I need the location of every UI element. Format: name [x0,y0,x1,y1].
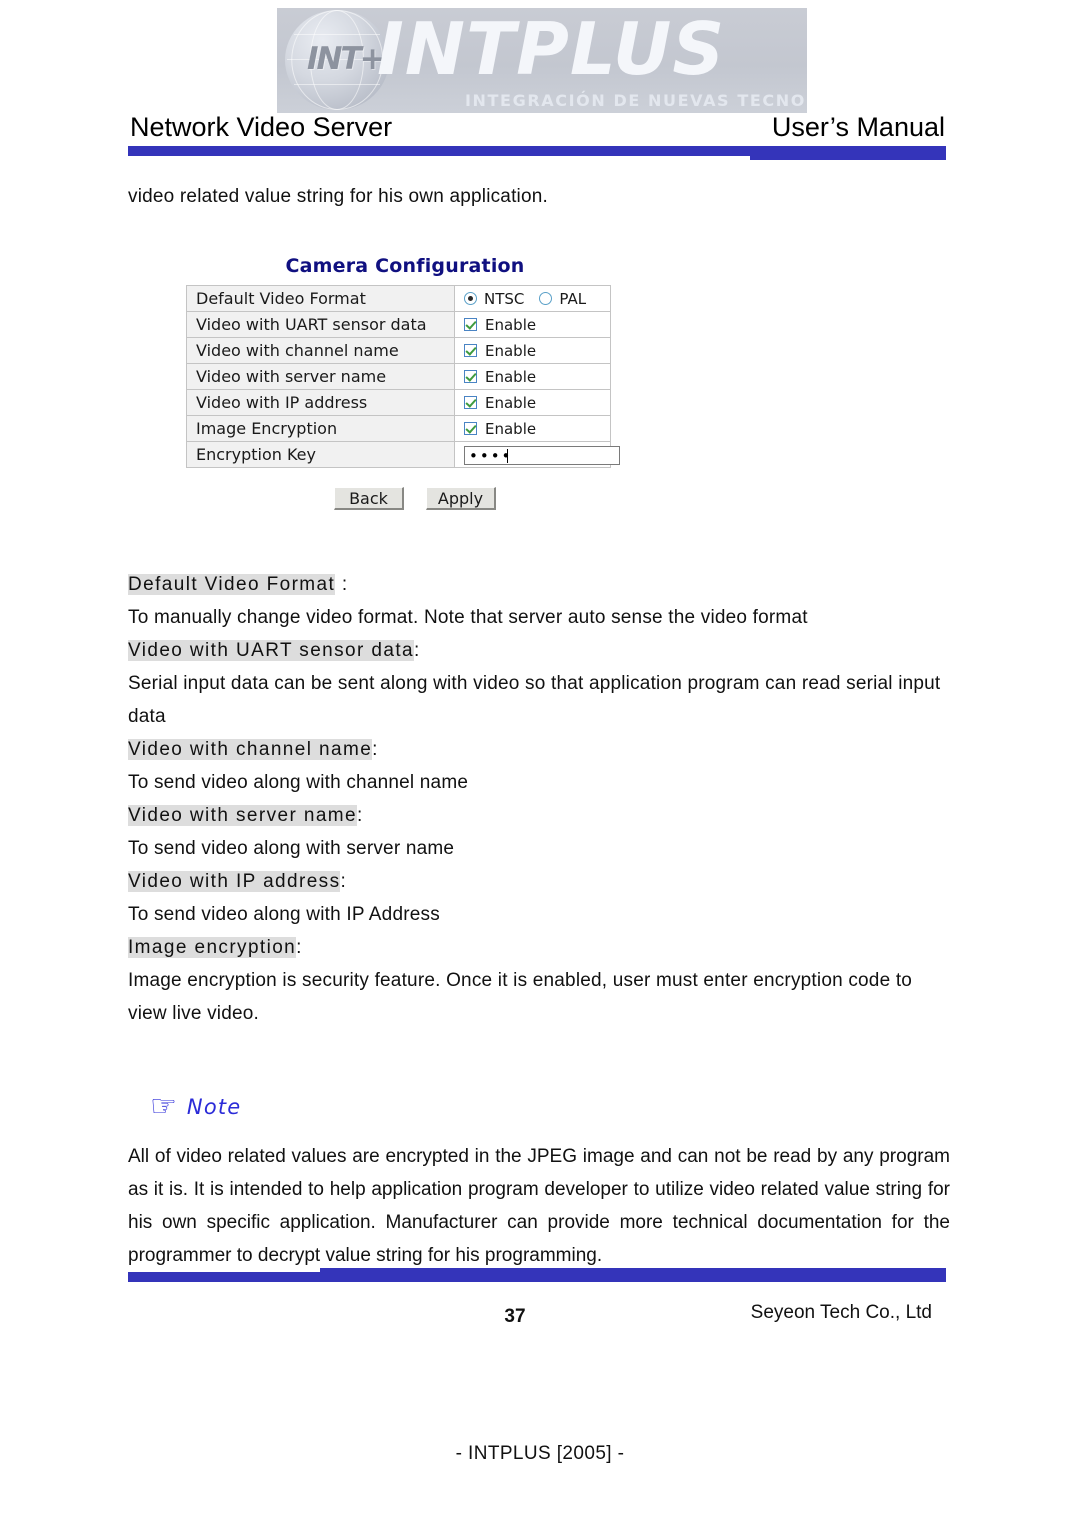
checkbox-video-with-uart-sensor-data[interactable] [464,318,477,331]
term-text: Image encryption [128,937,297,958]
row-value-default-video-format: NTSC PAL [454,285,611,312]
term-text: Video with channel name [128,739,373,760]
logo-mark: INT+ [307,41,386,77]
imprint-line: - INTPLUS [2005] - [455,1443,625,1464]
row-label-image-encryption: Image Encryption [186,415,455,442]
checkbox-video-with-ip-address[interactable] [464,396,477,409]
term-suffix: : [372,739,379,760]
definition-term-video-with-channel-name: Video with channel name: [128,733,950,766]
term-suffix: : [357,805,364,826]
page-header: INT+ INTPLUS INTEGRACIÓN DE NUEVAS TECNO… [0,0,1080,170]
definition-desc-default-video-format: To manually change video format. Note th… [128,607,808,628]
term-text: Video with UART sensor data [128,640,414,661]
term-suffix: : [296,937,303,958]
definition-list: Default Video Format : To manually chang… [128,568,950,1030]
row-label-video-with-uart-sensor-data: Video with UART sensor data [186,311,455,338]
definition-desc-video-with-server-name: To send video along with server name [128,838,455,859]
row-label-video-with-channel-name: Video with channel name [186,337,455,364]
definition-desc-video-with-channel-name: To send video along with channel name [128,772,469,793]
definition-desc-video-with-ip-address: To send video along with IP Address [128,904,440,925]
company-name: Seyeon Tech Co., Ltd [750,1302,932,1323]
row-label-encryption-key: Encryption Key [186,441,455,468]
table-row: Video with UART sensor data Enable [186,311,611,338]
table-row: Image Encryption Enable [186,415,611,442]
encryption-key-input[interactable]: •••• [464,445,620,465]
table-row: Encryption Key •••• [186,441,620,468]
checkbox-label: Enable [485,341,537,360]
checkbox-video-with-channel-name[interactable] [464,344,477,357]
page-content: video related value string for his own a… [128,180,950,1291]
row-value-video-with-uart-sensor-data: Enable [454,311,611,338]
term-suffix: : [414,640,421,661]
table-row: Video with IP address Enable [186,389,611,416]
definition-term-video-with-uart-sensor-data: Video with UART sensor data: [128,634,950,667]
checkbox-label: Enable [485,367,537,386]
radio-ntsc[interactable] [464,292,477,305]
row-label-default-video-format: Default Video Format [186,285,455,312]
row-value-video-with-ip-address: Enable [454,389,611,416]
term-text: Video with IP address [128,871,341,892]
term-text: Default Video Format [128,574,336,595]
note-header: ☞ Note [150,1092,950,1122]
note-block: ☞ Note All of video related values are e… [128,1092,950,1272]
header-titles: Network Video Server User’s Manual [0,112,1080,146]
header-product-title: Network Video Server [130,112,393,142]
row-value-encryption-key: •••• [454,441,620,468]
radio-ntsc-label: NTSC [484,289,525,308]
row-value-video-with-channel-name: Enable [454,337,611,364]
term-suffix: : [335,574,349,595]
checkbox-image-encryption[interactable] [464,422,477,435]
definition-desc-image-encryption: Image encryption is security feature. On… [128,970,913,1024]
intro-paragraph: video related value string for his own a… [128,186,548,207]
camera-configuration-title: Camera Configuration [285,255,525,277]
footer-divider-bar [128,1268,946,1282]
note-paragraph: All of video related values are encrypte… [128,1146,950,1266]
note-label: Note [186,1095,242,1119]
intplus-logo-banner: INT+ INTPLUS INTEGRACIÓN DE NUEVAS TECNO… [277,8,807,113]
text-caret [507,448,508,463]
table-row: Video with server name Enable [186,363,611,390]
encryption-key-value: •••• [469,446,513,465]
pointing-hand-icon: ☞ [150,1089,177,1124]
term-text: Video with server name [128,805,357,826]
form-button-row: Back Apply [334,487,616,510]
camera-configuration-table: Default Video Format NTSC PAL Video with… [186,285,620,468]
checkbox-label: Enable [485,393,537,412]
definition-term-image-encryption: Image encryption: [128,931,950,964]
table-row: Video with channel name Enable [186,337,611,364]
row-value-video-with-server-name: Enable [454,363,611,390]
row-label-video-with-server-name: Video with server name [186,363,455,390]
radio-pal[interactable] [539,292,553,305]
row-label-video-with-ip-address: Video with IP address [186,389,455,416]
logo-tagline: INTEGRACIÓN DE NUEVAS TECNOLOGÍAS [465,91,807,110]
header-document-title: User’s Manual [771,112,945,142]
checkbox-label: Enable [485,315,537,334]
definition-term-video-with-server-name: Video with server name: [128,799,950,832]
logo-wordmark: INTPLUS [377,8,726,91]
definition-term-default-video-format: Default Video Format : [128,568,950,601]
definition-term-video-with-ip-address: Video with IP address: [128,865,950,898]
camera-configuration-screenshot: Camera Configuration Default Video Forma… [186,255,620,510]
table-row: Default Video Format NTSC PAL [186,285,611,312]
definition-desc-video-with-uart-sensor-data: Serial input data can be sent along with… [128,673,941,727]
checkbox-video-with-server-name[interactable] [464,370,477,383]
row-value-image-encryption: Enable [454,415,611,442]
header-divider-bar [128,146,946,160]
term-suffix: : [340,871,348,892]
checkbox-label: Enable [485,419,537,438]
back-button[interactable]: Back [334,487,404,510]
apply-button[interactable]: Apply [426,487,496,510]
radio-pal-label: PAL [559,289,587,308]
